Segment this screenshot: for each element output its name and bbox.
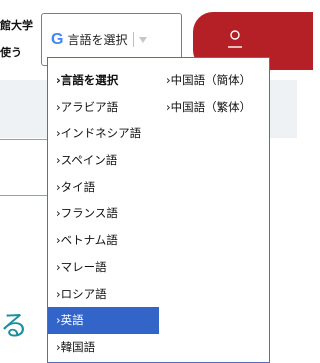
menu-column-2: ›中国語（簡体） ›中国語（繁体） bbox=[166, 67, 266, 120]
menu-item-korean[interactable]: ›韓国語 bbox=[56, 334, 162, 361]
menu-column-1: ›言語を選択 ›アラビア語 ›インドネシア語 ›スペイン語 ›タイ語 ›フランス… bbox=[48, 67, 162, 361]
language-select-label: 言語を選択 bbox=[67, 33, 128, 47]
menu-item-chinese-simplified[interactable]: ›中国語（簡体） bbox=[166, 67, 266, 94]
user-icon bbox=[228, 30, 242, 48]
menu-item-select-language[interactable]: ›言語を選択 bbox=[56, 67, 162, 94]
language-dropdown-menu: ›言語を選択 ›アラビア語 ›インドネシア語 ›スペイン語 ›タイ語 ›フランス… bbox=[47, 57, 270, 363]
menu-item-chinese-traditional[interactable]: ›中国語（繁体） bbox=[166, 94, 266, 121]
menu-item-thai[interactable]: ›タイ語 bbox=[56, 174, 162, 201]
menu-item-vietnamese[interactable]: ›ベトナム語 bbox=[56, 227, 162, 254]
google-logo-icon: G bbox=[51, 30, 64, 48]
menu-item-spanish[interactable]: ›スペイン語 bbox=[56, 147, 162, 174]
use-text-fragment: 使う bbox=[0, 46, 22, 59]
heading-fragment: る bbox=[0, 309, 29, 342]
menu-item-indonesian[interactable]: ›インドネシア語 bbox=[56, 120, 162, 147]
select-separator bbox=[133, 32, 135, 47]
menu-item-english[interactable]: ›英語 bbox=[48, 307, 159, 334]
menu-item-french[interactable]: ›フランス語 bbox=[56, 200, 162, 227]
menu-item-arabic[interactable]: ›アラビア語 bbox=[56, 94, 162, 121]
menu-item-malay[interactable]: ›マレー語 bbox=[56, 254, 162, 281]
menu-item-russian[interactable]: ›ロシア語 bbox=[56, 281, 162, 308]
chevron-down-icon bbox=[139, 36, 148, 43]
university-name-fragment: 館大学 bbox=[0, 19, 33, 32]
